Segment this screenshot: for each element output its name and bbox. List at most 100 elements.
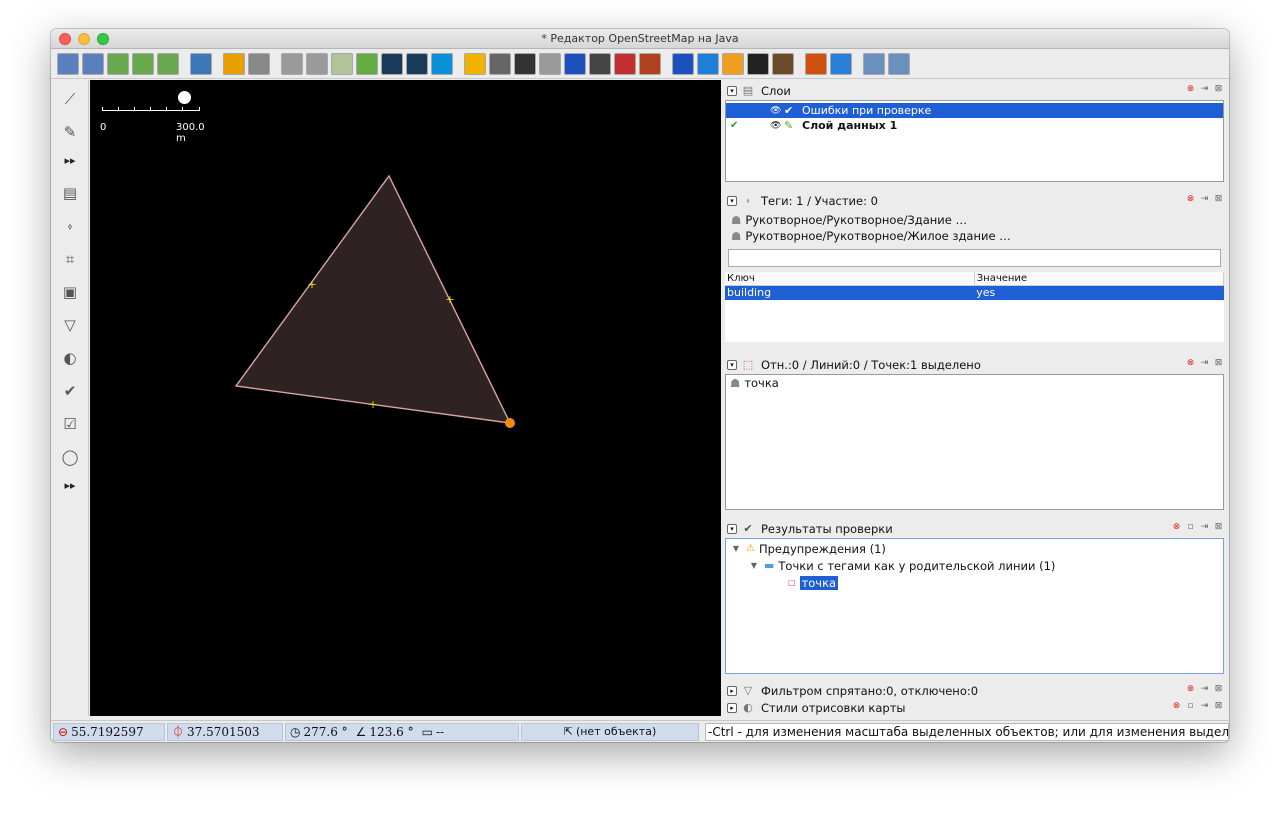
download-button[interactable]: [107, 52, 129, 75]
close-dialog-icon[interactable]: ⊠: [1213, 701, 1224, 712]
filter-panel-button[interactable]: ▽: [58, 313, 82, 337]
bed-button[interactable]: [697, 52, 719, 75]
settings-icon[interactable]: ▫: [1185, 522, 1196, 533]
download-along-button[interactable]: [132, 52, 154, 75]
collapse-toggle-icon[interactable]: ▾: [727, 196, 737, 206]
search-button[interactable]: [356, 52, 378, 75]
window-minimize-button[interactable]: [78, 33, 90, 45]
validator-panel-button[interactable]: ✔: [58, 379, 82, 403]
bing-button[interactable]: [431, 52, 453, 75]
palette-panel-button[interactable]: ◐: [58, 346, 82, 370]
validation-dialog-header[interactable]: ▾ ✔ Результаты проверки ⊗ ▫ ⇥ ⊠: [723, 520, 1226, 538]
visibility-eye-icon[interactable]: 👁: [770, 106, 781, 116]
changeset-panel-button[interactable]: ☑: [58, 412, 82, 436]
mountain-button[interactable]: [805, 52, 827, 75]
column-header-key[interactable]: Ключ: [725, 272, 975, 286]
collapse-toggle-icon[interactable]: ▾: [727, 86, 737, 96]
tree-row-item[interactable]: □ точка: [726, 574, 1223, 591]
preferences-icon[interactable]: ⊗: [1185, 684, 1196, 695]
close-dialog-icon[interactable]: ⊠: [1213, 194, 1224, 205]
column-header-value[interactable]: Значение: [974, 272, 1225, 286]
close-dialog-icon[interactable]: ⊠: [1213, 684, 1224, 695]
selected-node[interactable]: [505, 418, 515, 428]
preset-gray-2-button[interactable]: [306, 52, 328, 75]
tag-value-cell[interactable]: yes: [974, 285, 1224, 300]
close-dialog-icon[interactable]: ⊠: [1213, 522, 1224, 533]
tags-dialog-header[interactable]: ▾ ⬫ Теги: 1 / Участие: 0 ⊗ ⇥ ⊠: [723, 192, 1226, 210]
detach-icon[interactable]: ⇥: [1199, 522, 1210, 533]
parking-button[interactable]: [564, 52, 586, 75]
draw-pencil-button[interactable]: ✎: [58, 120, 82, 144]
railway-button[interactable]: [639, 52, 661, 75]
update-button[interactable]: [190, 52, 212, 75]
preferences-icon[interactable]: ⊗: [1185, 84, 1196, 95]
lane-light-button[interactable]: [539, 52, 561, 75]
imagery-panel-button[interactable]: ▣: [58, 280, 82, 304]
tag-key-cell[interactable]: building: [725, 285, 975, 300]
more-arrow-2-button[interactable]: ▸▸: [58, 478, 82, 492]
lane-dark-button[interactable]: [514, 52, 536, 75]
undo-button[interactable]: [223, 52, 245, 75]
visibility-eye-icon[interactable]: 👁: [770, 121, 781, 131]
collapse-toggle-icon[interactable]: ▾: [727, 360, 737, 370]
collapse-toggle-icon[interactable]: ▾: [727, 524, 737, 534]
detach-icon[interactable]: ⇥: [1199, 701, 1210, 712]
detach-icon[interactable]: ⇥: [1199, 358, 1210, 369]
layer-row-data[interactable]: ✔ 👁 ✎ Слой данных 1: [726, 118, 1223, 133]
preset-gray-1-button[interactable]: [281, 52, 303, 75]
road-1-button[interactable]: [381, 52, 403, 75]
settings-icon[interactable]: ▫: [1185, 701, 1196, 712]
lane-yellow-button[interactable]: [464, 52, 486, 75]
open-location-button[interactable]: [82, 52, 104, 75]
layers-panel-button[interactable]: ▤: [58, 181, 82, 205]
open-button[interactable]: [57, 52, 79, 75]
close-dialog-icon[interactable]: ⊠: [1213, 84, 1224, 95]
river-button[interactable]: [830, 52, 852, 75]
preferences-icon[interactable]: ⊗: [1185, 194, 1196, 205]
window-maximize-button[interactable]: [97, 33, 109, 45]
expand-triangle-icon[interactable]: ▼: [730, 544, 742, 553]
preset-link[interactable]: ☗ Рукотворное/Рукотворное/Жилое здание …: [725, 228, 1224, 244]
upload-button[interactable]: [157, 52, 179, 75]
latitude-field[interactable]: ⊖ 55.7192597: [53, 722, 165, 741]
tree-row-warnings[interactable]: ▼ ⚠ Предупреждения (1): [726, 540, 1223, 557]
relations-panel-button[interactable]: ⌗: [58, 247, 82, 271]
building-polygon[interactable]: [234, 174, 512, 424]
filter-dialog-header[interactable]: ▸ ▽ Фильтром спрятано:0, отключено:0 ⊗ ⇥…: [723, 682, 1226, 700]
preferences-icon[interactable]: ⊗: [1171, 701, 1182, 712]
tag-search-input[interactable]: [728, 249, 1221, 267]
detach-icon[interactable]: ⇥: [1199, 194, 1210, 205]
select-tool-button[interactable]: ⟋: [58, 87, 82, 111]
expand-toggle-icon[interactable]: ▸: [727, 686, 737, 696]
redo-button[interactable]: [248, 52, 270, 75]
detach-icon[interactable]: ⇥: [1199, 84, 1210, 95]
expand-toggle-icon[interactable]: ▸: [727, 703, 737, 713]
lane-gray-button[interactable]: [489, 52, 511, 75]
midpoint-marker[interactable]: +: [368, 398, 377, 411]
zoom-2-button[interactable]: [888, 52, 910, 75]
factory-button[interactable]: [772, 52, 794, 75]
longitude-field[interactable]: ⏀ 37.5701503: [167, 722, 283, 741]
brick-wall-button[interactable]: [614, 52, 636, 75]
preferences-icon[interactable]: ⊗: [1171, 522, 1182, 533]
road-2-button[interactable]: [406, 52, 428, 75]
preset-link[interactable]: ☗ Рукотворное/Рукотворное/Здание …: [725, 212, 1224, 228]
zoom-1-button[interactable]: [863, 52, 885, 75]
close-dialog-icon[interactable]: ⊠: [1213, 358, 1224, 369]
layers-dialog-header[interactable]: ▾ ▤ Слои ⊗ ⇥ ⊠: [723, 82, 1226, 100]
styles-dialog-header[interactable]: ▸ ◐ Стили отрисовки карты ⊗ ▫ ⇥ ⊠: [723, 699, 1226, 717]
tags-panel-button[interactable]: ⬫: [58, 214, 82, 238]
map-canvas[interactable]: + + +: [90, 80, 721, 716]
preferences-icon[interactable]: ⊗: [1185, 358, 1196, 369]
selection-dialog-header[interactable]: ▾ ⬚ Отн.:0 / Линий:0 / Точек:1 выделено …: [723, 356, 1226, 374]
table-row[interactable]: building yes: [725, 285, 1224, 300]
midpoint-marker[interactable]: +: [307, 278, 316, 291]
list-item[interactable]: ☗ точка: [726, 375, 1223, 391]
wms-button[interactable]: [331, 52, 353, 75]
detach-icon[interactable]: ⇥: [1199, 684, 1210, 695]
football-button[interactable]: [747, 52, 769, 75]
midpoint-marker[interactable]: +: [445, 293, 454, 306]
expand-triangle-icon[interactable]: ▼: [748, 561, 760, 570]
traffic-light-button[interactable]: [589, 52, 611, 75]
tree-row-group[interactable]: ▼ ▬ Точки с тегами как у родительской ли…: [726, 557, 1223, 574]
